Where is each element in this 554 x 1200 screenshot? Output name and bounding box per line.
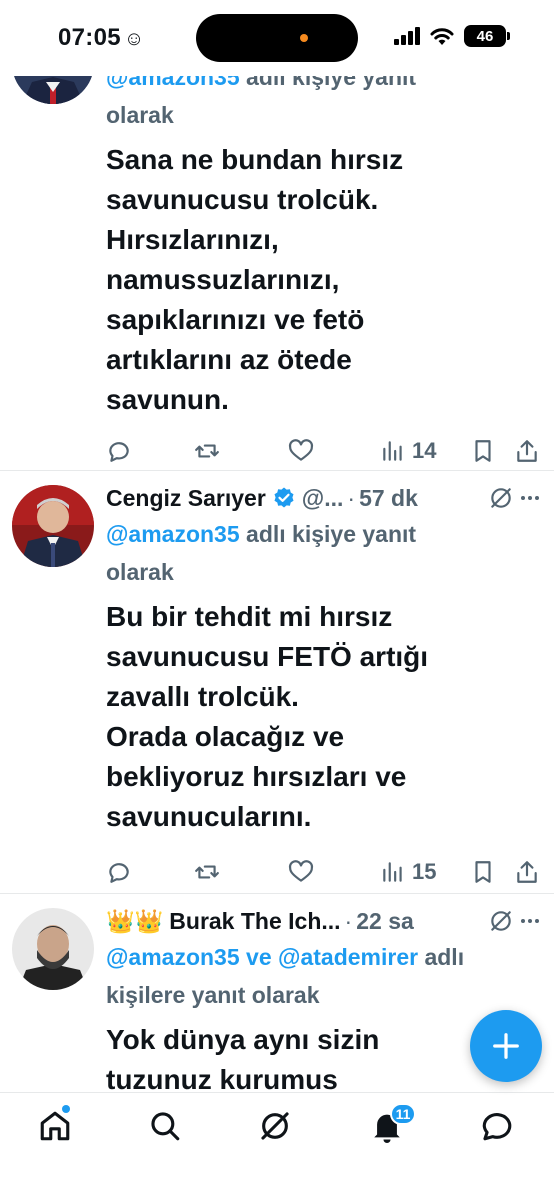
wifi-icon (430, 28, 454, 45)
tweet-time[interactable]: 57 dk (359, 485, 418, 512)
views-button[interactable]: 15 (380, 859, 436, 885)
tweet-actions: 14 (106, 438, 542, 474)
nav-grok[interactable] (258, 1109, 292, 1143)
nav-messages[interactable] (480, 1109, 514, 1143)
reply-button[interactable] (106, 859, 132, 885)
notification-badge: 11 (390, 1103, 416, 1125)
bookmark-icon (475, 440, 491, 462)
home-icon (40, 1111, 70, 1141)
repost-icon (195, 865, 219, 879)
smiley-icon: ☺ (123, 28, 145, 50)
views-button[interactable]: 14 (380, 438, 436, 464)
bookmark-button[interactable] (470, 859, 496, 885)
share-icon (517, 861, 537, 883)
reply-button[interactable] (106, 438, 132, 464)
tweet-header: 👑👑 Burak The Ich... · 22 sa (106, 904, 542, 938)
tweet-header: Cengiz Sarıyer @... · 57 dk (106, 481, 542, 515)
views-count: 14 (412, 438, 437, 463)
tweet-text[interactable]: Bu bir tehdit mi hırsız savunucusu FETÖ … (106, 597, 542, 837)
bookmark-icon (475, 861, 491, 883)
avatar[interactable] (12, 485, 94, 567)
compose-button[interactable] (470, 1010, 542, 1082)
nav-home[interactable] (38, 1109, 72, 1143)
bottom-nav: 11 (0, 1092, 554, 1200)
author-handle[interactable]: @... (302, 485, 344, 512)
share-icon (517, 440, 537, 462)
reply-icon (109, 863, 129, 883)
repost-icon (195, 444, 219, 458)
mention-link[interactable]: @atademirer (278, 944, 418, 970)
reply-icon (109, 442, 129, 462)
heart-icon (288, 439, 314, 461)
author-name[interactable]: Burak The Ich... (169, 908, 340, 935)
reply-context: @amazon35 ve @atademirer adlı (106, 944, 465, 970)
signal-icon (394, 27, 420, 45)
crown-icons: 👑👑 (106, 907, 164, 934)
plus-icon (493, 1033, 519, 1059)
grok-icon[interactable] (488, 908, 514, 934)
battery-icon: 46 (464, 25, 510, 47)
like-button[interactable] (288, 438, 314, 464)
views-icon (383, 862, 402, 882)
like-button[interactable] (288, 859, 314, 885)
mention-link[interactable]: @amazon35 (106, 944, 240, 970)
tweet-time[interactable]: 22 sa (356, 908, 414, 935)
status-icons: 46 (394, 25, 510, 47)
author-name[interactable]: Cengiz Sarıyer (106, 485, 266, 512)
tweet-text[interactable]: Sana ne bundan hırsız savunucusu trolcük… (106, 140, 542, 420)
mention-link[interactable]: @amazon35 (106, 521, 240, 547)
bookmark-button[interactable] (470, 438, 496, 464)
grok-icon[interactable] (488, 485, 514, 511)
reply-context-line2: olarak (106, 102, 174, 128)
status-time: 07:05 ☺ (58, 24, 145, 51)
more-icon[interactable] (518, 909, 542, 933)
repost-button[interactable] (194, 859, 220, 885)
reply-context: @amazon35 adlı kişiye yanıt (106, 521, 417, 547)
search-icon (151, 1112, 180, 1141)
timeline[interactable]: @amazon35 adlı kişiye yanıt olarak Sana … (0, 0, 554, 1092)
tweet-actions: 15 (106, 859, 542, 895)
nav-search[interactable] (148, 1109, 182, 1143)
divider (0, 893, 554, 894)
views-count: 15 (412, 859, 437, 884)
share-button[interactable] (514, 859, 540, 885)
more-icon[interactable] (518, 486, 542, 510)
recording-dot (300, 34, 308, 42)
chat-icon (482, 1113, 512, 1141)
views-icon (383, 441, 402, 461)
reply-context-line2: kişilere yanıt olarak (106, 982, 320, 1008)
repost-button[interactable] (194, 438, 220, 464)
reply-context-line2: olarak (106, 559, 174, 585)
home-unread-dot (62, 1105, 70, 1113)
grok-icon (261, 1112, 289, 1140)
share-button[interactable] (514, 438, 540, 464)
divider (0, 470, 554, 471)
status-bar: 07:05 ☺ 46 (0, 0, 554, 76)
verified-badge-icon (274, 487, 294, 508)
heart-icon (288, 860, 314, 882)
avatar[interactable] (12, 908, 94, 990)
dynamic-island (196, 14, 358, 62)
